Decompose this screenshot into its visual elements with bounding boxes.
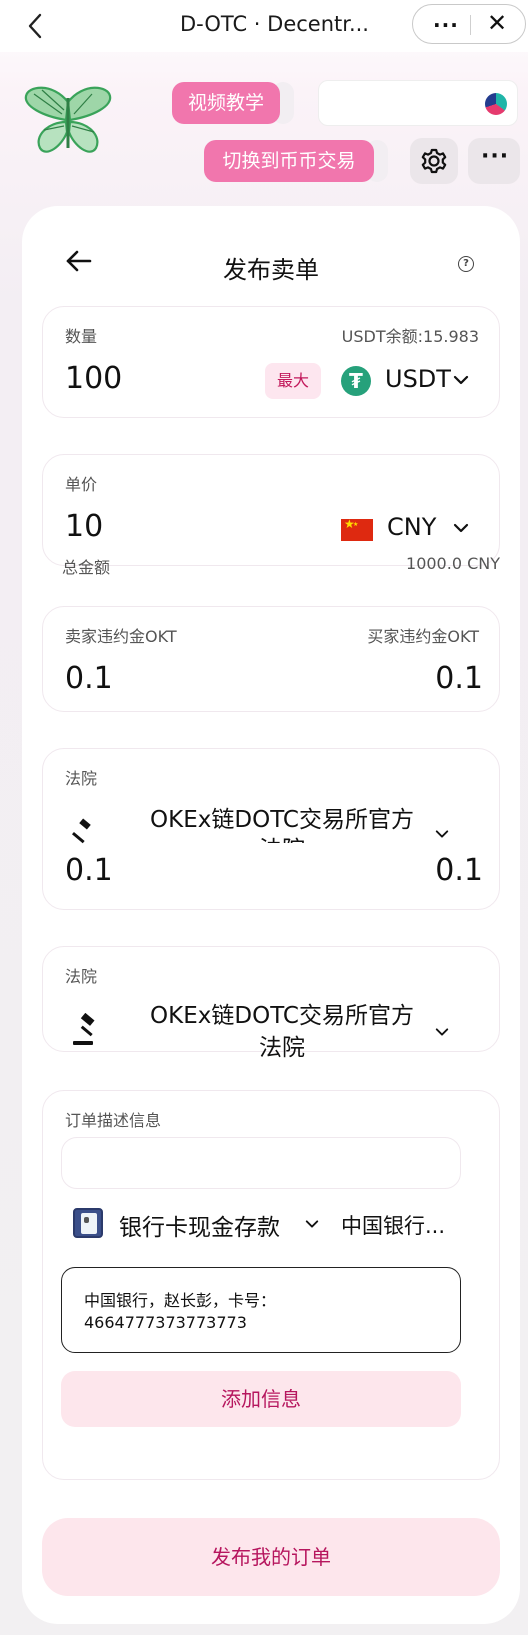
court-name-line2: 法院 [127,833,437,843]
court-left-value: 0.1 [65,853,113,888]
order-description-section: 订单描述信息 银行卡现金存款 中国银行... 中国银行，赵长彭，卡号： 4664… [42,1090,500,1480]
video-tutorial-button[interactable]: 视频教学 [172,82,280,124]
chevron-down-icon[interactable] [305,1219,319,1229]
payment-info-line2: 4664777373773773 [84,1313,247,1332]
court-section-2: 法院 OKEx链DOTC交易所官方 法院 [42,946,500,1061]
publish-order-card: 发布卖单 ? 数量 USDT余额:15.983 100 最大 ₮ USDT 单价… [22,206,520,1624]
help-icon[interactable]: ? [458,256,474,272]
window-title: D-OTC · Decentr... [180,12,369,36]
capsule-divider [470,15,471,35]
publish-order-button[interactable]: 发布我的订单 [42,1518,500,1596]
chevron-down-icon[interactable] [435,1027,449,1037]
seller-deposit-input[interactable]: 0.1 [65,661,113,696]
court-label: 法院 [65,769,98,788]
court-name-clip: OKEx链DOTC交易所官方 法院 [127,799,437,843]
token-select[interactable]: USDT [385,365,451,393]
chevron-down-icon[interactable] [453,523,469,533]
payment-info-textarea[interactable]: 中国银行，赵长彭，卡号： 4664777373773773 [61,1267,461,1353]
gear-icon [421,148,447,174]
more-icon: ··· [481,144,510,169]
court-name: OKEx链DOTC交易所官方 [150,807,414,833]
buyer-deposit-label: 买家违约金OKT [367,627,479,646]
total-label: 总金额 [62,558,111,577]
chevron-down-icon[interactable] [453,375,469,385]
bank-name[interactable]: 中国银行... [341,1210,445,1240]
chevron-down-icon[interactable] [435,829,449,839]
total-amount-row: 总金额 1000.0 CNY [62,554,500,578]
buyer-deposit-input[interactable]: 0.1 [435,661,483,696]
usdt-token-icon: ₮ [341,366,371,396]
price-label: 单价 [65,475,98,494]
quantity-section: 数量 USDT余额:15.983 100 最大 ₮ USDT [42,306,500,418]
payment-method-row[interactable]: 银行卡现金存款 中国银行... [73,1206,473,1246]
settings-button[interactable] [410,138,458,184]
top-navigation-bar: D-OTC · Decentr... ··· ✕ [0,0,528,52]
wallet-avatar-icon [485,93,507,115]
capsule-more-button[interactable]: ··· [433,13,459,37]
court-name: OKEx链DOTC交易所官方 [150,1003,414,1029]
back-chevron-icon[interactable] [22,12,50,40]
payment-method-select[interactable]: 银行卡现金存款 [119,1208,280,1242]
price-section: 单价 10 ★ ★ CNY [42,454,500,566]
quantity-input[interactable]: 100 [65,361,122,396]
gavel-icon [71,818,91,844]
butterfly-logo-icon [24,86,112,153]
wallet-address-box[interactable] [318,80,518,126]
seller-deposit-label: 卖家违约金OKT [65,627,177,646]
order-desc-label: 订单描述信息 [65,1111,162,1130]
switch-to-coin-trade-button[interactable]: 切换到币币交易 [204,140,374,182]
quantity-label: 数量 [65,327,98,346]
bank-card-icon [73,1208,103,1238]
court-name-line2: 法院 [259,1035,305,1061]
price-input[interactable]: 10 [65,509,103,544]
court-right-value: 0.1 [435,853,483,888]
payment-info-line1: 中国银行，赵长彭，卡号： [84,1291,277,1310]
order-description-input[interactable] [61,1137,461,1189]
max-button[interactable]: 最大 [265,363,321,399]
more-options-button[interactable]: ··· [468,138,520,184]
court-section-1: 法院 OKEx链DOTC交易所官方 法院 0.1 0.1 [42,748,500,910]
total-value: 1000.0 CNY [406,554,500,573]
court-label: 法院 [65,967,98,986]
capsule-close-button[interactable]: ✕ [487,9,507,37]
china-flag-icon: ★ ★ [341,517,373,541]
page-title: 发布卖单 [223,256,319,284]
penalty-deposit-section: 卖家违约金OKT 买家违约金OKT 0.1 0.1 [42,606,500,712]
usdt-balance: USDT余额:15.983 [341,327,479,346]
add-info-button[interactable]: 添加信息 [61,1371,461,1427]
currency-select[interactable]: CNY [387,513,436,541]
mini-program-capsule: ··· ✕ [412,4,526,44]
gavel-icon [73,1013,95,1045]
